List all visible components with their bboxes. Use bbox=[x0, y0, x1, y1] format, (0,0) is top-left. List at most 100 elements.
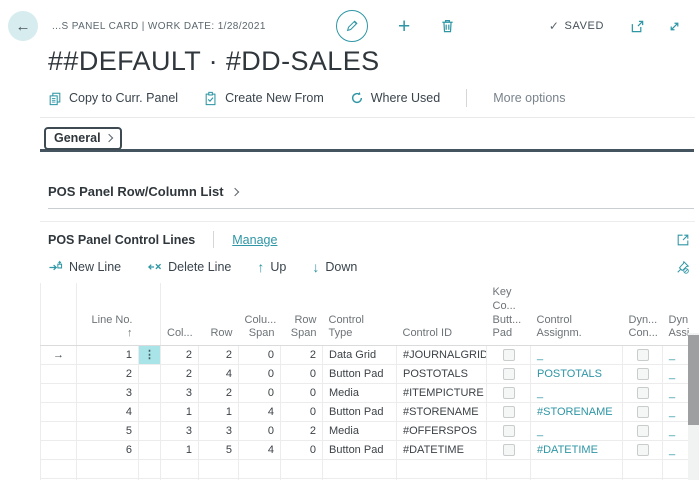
cell-line-no[interactable]: 2 bbox=[77, 365, 139, 384]
row-kebab-menu[interactable] bbox=[139, 441, 161, 460]
checkbox-icon[interactable] bbox=[503, 349, 515, 361]
cell-dyn-con[interactable] bbox=[623, 384, 663, 403]
cell-column-span[interactable]: 0 bbox=[239, 384, 281, 403]
cell-control-assignm[interactable]: #STORENAME bbox=[531, 403, 623, 422]
empty-cell[interactable] bbox=[161, 460, 199, 479]
scrollbar-thumb[interactable] bbox=[688, 335, 699, 425]
back-button[interactable]: ← bbox=[8, 11, 38, 41]
cell-key-command-button-pad[interactable] bbox=[487, 365, 531, 384]
checkbox-icon[interactable] bbox=[637, 349, 649, 361]
empty-cell[interactable] bbox=[139, 460, 161, 479]
cell-control-assignm[interactable]: _ bbox=[531, 384, 623, 403]
where-used-button[interactable]: Where Used bbox=[350, 91, 440, 105]
cell-column-span[interactable]: 4 bbox=[239, 441, 281, 460]
cell-dyn-assi[interactable]: _ bbox=[663, 441, 689, 460]
open-in-new-window-button[interactable] bbox=[630, 19, 645, 34]
cell-key-command-button-pad[interactable] bbox=[487, 346, 531, 365]
cell-dyn-con[interactable] bbox=[623, 346, 663, 365]
cell-dyn-assi[interactable]: _ bbox=[663, 384, 689, 403]
add-button[interactable]: + bbox=[398, 16, 410, 37]
cell-col[interactable]: 2 bbox=[161, 365, 199, 384]
col-header-control-assignm[interactable]: Control Assignm. bbox=[531, 283, 623, 346]
checkbox-icon[interactable] bbox=[637, 444, 649, 456]
cell-row[interactable]: 2 bbox=[199, 346, 239, 365]
row-kebab-menu[interactable] bbox=[139, 422, 161, 441]
checkbox-icon[interactable] bbox=[503, 368, 515, 380]
cell-row[interactable]: 1 bbox=[199, 403, 239, 422]
cell-dyn-assi[interactable]: _ bbox=[663, 403, 689, 422]
col-header-control-type[interactable]: Control Type bbox=[323, 283, 397, 346]
cell-control-type[interactable]: Button Pad bbox=[323, 441, 397, 460]
empty-cell[interactable] bbox=[281, 460, 323, 479]
checkbox-icon[interactable] bbox=[503, 425, 515, 437]
row-kebab-menu[interactable]: ⋮ bbox=[139, 346, 161, 365]
empty-cell[interactable] bbox=[239, 460, 281, 479]
cell-row-span[interactable]: 0 bbox=[281, 403, 323, 422]
cell-dyn-assi[interactable]: _ bbox=[663, 422, 689, 441]
cell-control-assignm[interactable]: POSTOTALS bbox=[531, 365, 623, 384]
pin-toggle-button[interactable] bbox=[676, 260, 690, 274]
cell-row-span[interactable]: 0 bbox=[281, 384, 323, 403]
cell-column-span[interactable]: 0 bbox=[239, 365, 281, 384]
cell-control-type[interactable]: Button Pad bbox=[323, 365, 397, 384]
cell-column-span[interactable]: 0 bbox=[239, 346, 281, 365]
cell-row[interactable]: 3 bbox=[199, 422, 239, 441]
cell-row-span[interactable]: 0 bbox=[281, 441, 323, 460]
cell-control-id[interactable]: POSTOTALS bbox=[397, 365, 487, 384]
cell-dyn-con[interactable] bbox=[623, 365, 663, 384]
cell-dyn-assi[interactable]: _ bbox=[663, 365, 689, 384]
col-header-control-id[interactable]: Control ID bbox=[397, 283, 487, 346]
checkbox-icon[interactable] bbox=[503, 387, 515, 399]
col-header-col[interactable]: Col... bbox=[161, 283, 199, 346]
manage-link[interactable]: Manage bbox=[232, 233, 277, 247]
empty-cell[interactable] bbox=[397, 460, 487, 479]
cell-control-id[interactable]: #ITEMPICTURE bbox=[397, 384, 487, 403]
cell-key-command-button-pad[interactable] bbox=[487, 384, 531, 403]
empty-cell[interactable] bbox=[487, 460, 531, 479]
edit-button[interactable] bbox=[336, 10, 368, 42]
cell-control-id[interactable]: #STORENAME bbox=[397, 403, 487, 422]
cell-col[interactable]: 3 bbox=[161, 422, 199, 441]
cell-row-span[interactable]: 0 bbox=[281, 365, 323, 384]
cell-control-type[interactable]: Media bbox=[323, 422, 397, 441]
cell-col[interactable]: 3 bbox=[161, 384, 199, 403]
cell-line-no[interactable]: 1 bbox=[77, 346, 139, 365]
vertical-scrollbar[interactable] bbox=[688, 333, 699, 480]
checkbox-icon[interactable] bbox=[503, 444, 515, 456]
checkbox-icon[interactable] bbox=[637, 425, 649, 437]
move-down-button[interactable]: ↓ Down bbox=[312, 259, 357, 275]
cell-row-span[interactable]: 2 bbox=[281, 422, 323, 441]
cell-dyn-con[interactable] bbox=[623, 422, 663, 441]
cell-control-assignm[interactable]: #DATETIME bbox=[531, 441, 623, 460]
row-kebab-menu[interactable] bbox=[139, 384, 161, 403]
checkbox-icon[interactable] bbox=[637, 406, 649, 418]
cell-row[interactable]: 4 bbox=[199, 365, 239, 384]
row-kebab-menu[interactable] bbox=[139, 365, 161, 384]
section-row-column-list[interactable]: POS Panel Row/Column List bbox=[48, 184, 694, 209]
cell-col[interactable]: 2 bbox=[161, 346, 199, 365]
cell-row[interactable]: 2 bbox=[199, 384, 239, 403]
col-header-column-span[interactable]: Colu... Span bbox=[239, 283, 281, 346]
col-header-row-span[interactable]: Row Span bbox=[281, 283, 323, 346]
cell-line-no[interactable]: 6 bbox=[77, 441, 139, 460]
fullscreen-button[interactable] bbox=[667, 19, 682, 34]
checkbox-icon[interactable] bbox=[637, 368, 649, 380]
cell-control-id[interactable]: #DATETIME bbox=[397, 441, 487, 460]
cell-control-id[interactable]: #OFFERSPOS bbox=[397, 422, 487, 441]
cell-key-command-button-pad[interactable] bbox=[487, 441, 531, 460]
cell-row-span[interactable]: 2 bbox=[281, 346, 323, 365]
cell-line-no[interactable]: 3 bbox=[77, 384, 139, 403]
empty-cell[interactable] bbox=[531, 460, 623, 479]
cell-dyn-con[interactable] bbox=[623, 403, 663, 422]
cell-key-command-button-pad[interactable] bbox=[487, 403, 531, 422]
checkbox-icon[interactable] bbox=[503, 406, 515, 418]
cell-line-no[interactable]: 4 bbox=[77, 403, 139, 422]
copy-to-curr-panel-button[interactable]: Copy to Curr. Panel bbox=[48, 91, 178, 106]
more-options-button[interactable]: More options bbox=[493, 91, 565, 105]
cell-line-no[interactable]: 5 bbox=[77, 422, 139, 441]
cell-dyn-con[interactable] bbox=[623, 441, 663, 460]
cell-dyn-assi[interactable]: _ bbox=[663, 346, 689, 365]
cell-col[interactable]: 1 bbox=[161, 441, 199, 460]
empty-cell[interactable] bbox=[663, 460, 689, 479]
empty-cell[interactable] bbox=[41, 460, 77, 479]
